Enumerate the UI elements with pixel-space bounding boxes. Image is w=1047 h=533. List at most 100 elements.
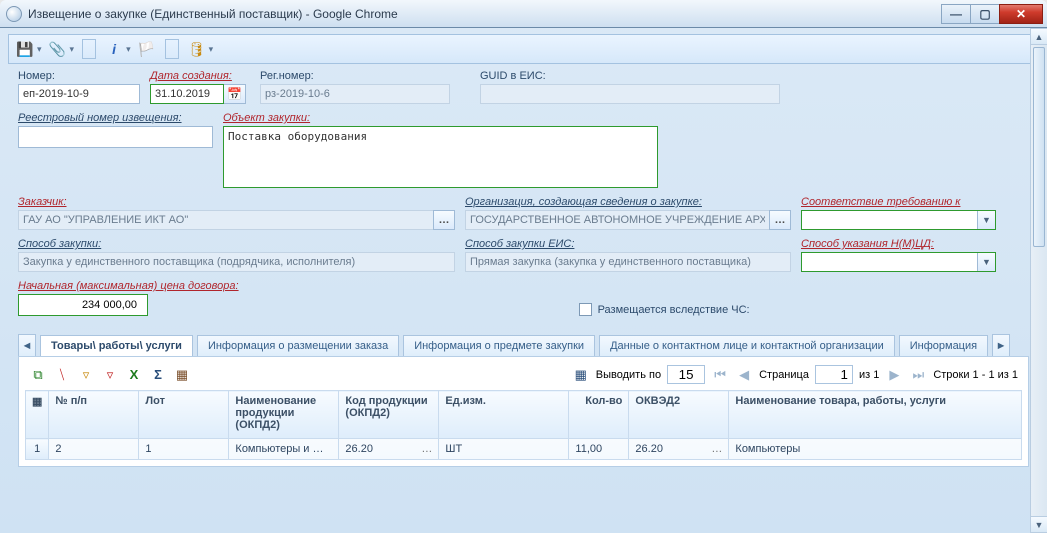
db-icon[interactable]: 🛢 <box>187 39 207 59</box>
save-dropdown-icon[interactable]: ▾ <box>37 44 42 55</box>
tabs-scroll-left[interactable]: ◄ <box>18 334 36 356</box>
object-textarea[interactable]: Поставка оборудования <box>223 126 658 188</box>
number-label: Номер: <box>18 70 140 82</box>
grid-toolbar: ⧉ ⧹ ▿ ▿ X Σ ▦ ▦ Выводить по ⏮ ◀ Страница <box>25 363 1022 390</box>
filter-icon[interactable]: ▿ <box>77 366 95 384</box>
cell-item-name[interactable]: Компьютеры <box>729 439 1022 460</box>
col-name-okpd2[interactable]: Наименование продукции (ОКПД2) <box>229 391 339 439</box>
scrollbar-thumb[interactable] <box>1033 47 1045 247</box>
cell-npp[interactable]: 2 <box>49 439 139 460</box>
tabs-scroll-right[interactable]: ► <box>992 334 1010 356</box>
customer-input <box>18 210 433 230</box>
minimize-button[interactable]: — <box>941 4 971 24</box>
scroll-down-icon[interactable]: ▼ <box>1031 516 1047 533</box>
chevron-down-icon[interactable]: ▼ <box>977 253 995 271</box>
col-item-name[interactable]: Наименование товара, работы, услуги <box>729 391 1022 439</box>
add-row-icon[interactable]: ⧉ <box>29 366 47 384</box>
first-page-icon[interactable]: ⏮ <box>711 366 729 384</box>
chs-label: Размещается вследствие ЧС: <box>598 304 750 316</box>
sum-icon[interactable]: Σ <box>149 366 167 384</box>
db-dropdown-icon[interactable]: ▾ <box>209 44 214 55</box>
ellipsis-icon[interactable]: … <box>421 443 432 455</box>
tab-bar: ◄ Товары\ работы\ услуги Информация о ра… <box>18 334 1029 357</box>
page-cur-input[interactable] <box>815 365 853 384</box>
nmc-value[interactable]: 234 000,00 <box>18 294 148 316</box>
save-icon[interactable]: 💾 <box>15 39 35 59</box>
number-input[interactable] <box>18 84 140 104</box>
cell-name-okpd2[interactable]: Компьютеры и … <box>229 439 339 460</box>
tab-info[interactable]: Информация <box>899 335 988 356</box>
col-qty[interactable]: Кол-во <box>569 391 629 439</box>
org-creator-input <box>465 210 769 230</box>
method-eis-input <box>465 252 791 272</box>
cell-unit[interactable]: ШТ <box>439 439 569 460</box>
req-conf-select[interactable] <box>801 210 996 230</box>
create-date-input[interactable] <box>150 84 224 104</box>
method-label: Способ закупки: <box>18 238 455 250</box>
prev-page-icon[interactable]: ◀ <box>735 366 753 384</box>
form-content: Номер: Дата создания: 📅 Рег.номер: GUID … <box>0 70 1047 533</box>
info-dropdown-icon[interactable]: ▾ <box>126 44 131 55</box>
customer-pick-button[interactable]: … <box>433 210 455 230</box>
cell-okved2[interactable]: 26.20 … <box>629 439 729 460</box>
cell-qty[interactable]: 11,00 <box>569 439 629 460</box>
org-creator-label: Организация, создающая сведения о закупк… <box>465 196 791 208</box>
ellipsis-icon[interactable]: … <box>711 443 722 455</box>
regnum-input <box>260 84 450 104</box>
cell-code-okpd2[interactable]: 26.20 … <box>339 439 439 460</box>
create-date-label: Дата создания: <box>150 70 250 82</box>
titlebar[interactable]: Извещение о закупке (Единственный постав… <box>0 0 1047 28</box>
window-title: Извещение о закупке (Единственный постав… <box>28 7 942 21</box>
object-label: Объект закупки: <box>223 112 658 124</box>
maximize-button[interactable]: ▢ <box>970 4 1000 24</box>
nmcd-select[interactable] <box>801 252 996 272</box>
last-page-icon[interactable]: ⏭ <box>909 366 927 384</box>
columns-icon[interactable]: ▦ <box>173 366 191 384</box>
req-conf-label: Соответствие требованию к <box>801 196 996 208</box>
export-excel-icon[interactable]: X <box>125 366 143 384</box>
next-page-icon[interactable]: ▶ <box>885 366 903 384</box>
attach-icon[interactable]: 📎 <box>48 39 68 59</box>
col-unit[interactable]: Ед.изм. <box>439 391 569 439</box>
col-okved2[interactable]: ОКВЭД2 <box>629 391 729 439</box>
col-lot[interactable]: Лот <box>139 391 229 439</box>
clear-filter-icon[interactable]: ▿ <box>101 366 119 384</box>
page-label: Страница <box>759 369 809 381</box>
info-icon[interactable]: i <box>104 39 124 59</box>
col-npp[interactable]: № п/п <box>49 391 139 439</box>
tab-goods[interactable]: Товары\ работы\ услуги <box>40 335 193 357</box>
registry-label: Реестровый номер извещения: <box>18 112 213 124</box>
grid-settings-icon[interactable]: ▦ <box>572 366 590 384</box>
table-row[interactable]: 1 2 1 Компьютеры и … 26.20 … ШТ 11,00 26… <box>26 439 1022 460</box>
customer-label: Заказчик: <box>18 196 455 208</box>
calendar-icon[interactable]: 📅 <box>224 84 246 104</box>
page-of: из 1 <box>859 369 879 381</box>
nmcd-label: Способ указания Н(М)ЦД: <box>801 238 996 250</box>
cell-lot[interactable]: 1 <box>139 439 229 460</box>
window-frame: Извещение о закупке (Единственный постав… <box>0 0 1047 533</box>
tab-placement[interactable]: Информация о размещении заказа <box>197 335 399 356</box>
remove-row-icon[interactable]: ⧹ <box>53 366 71 384</box>
chs-checkbox[interactable] <box>579 303 592 316</box>
grid-panel: ⧉ ⧹ ▿ ▿ X Σ ▦ ▦ Выводить по ⏮ ◀ Страница <box>18 357 1029 467</box>
col-code-okpd2[interactable]: Код продукции (ОКПД2) <box>339 391 439 439</box>
org-creator-pick-button[interactable]: … <box>769 210 791 230</box>
goods-grid: ▦ № п/п Лот Наименование продукции (ОКПД… <box>25 390 1022 460</box>
flag-icon[interactable]: 🏳️ <box>137 39 157 59</box>
registry-input[interactable] <box>18 126 213 148</box>
toolbar: 💾 ▾ 📎 ▾ i ▾ 🏳️ 🛢 ▾ <box>8 34 1039 64</box>
scroll-up-icon[interactable]: ▲ <box>1031 28 1047 45</box>
page-size-input[interactable] <box>667 365 705 384</box>
close-button[interactable]: ✕ <box>999 4 1043 24</box>
tab-subject[interactable]: Информация о предмете закупки <box>403 335 595 356</box>
scrollbar-vertical[interactable]: ▲ ▼ <box>1030 28 1047 533</box>
chevron-down-icon[interactable]: ▼ <box>977 211 995 229</box>
method-eis-label: Способ закупки ЕИС: <box>465 238 791 250</box>
attach-dropdown-icon[interactable]: ▾ <box>70 44 75 55</box>
tab-contact[interactable]: Данные о контактном лице и контактной ор… <box>599 335 895 356</box>
row-header-selector[interactable]: ▦ <box>26 391 49 439</box>
method-input <box>18 252 455 272</box>
out-label: Выводить по <box>596 369 661 381</box>
row-index: 1 <box>26 439 49 460</box>
app-icon <box>6 6 22 22</box>
